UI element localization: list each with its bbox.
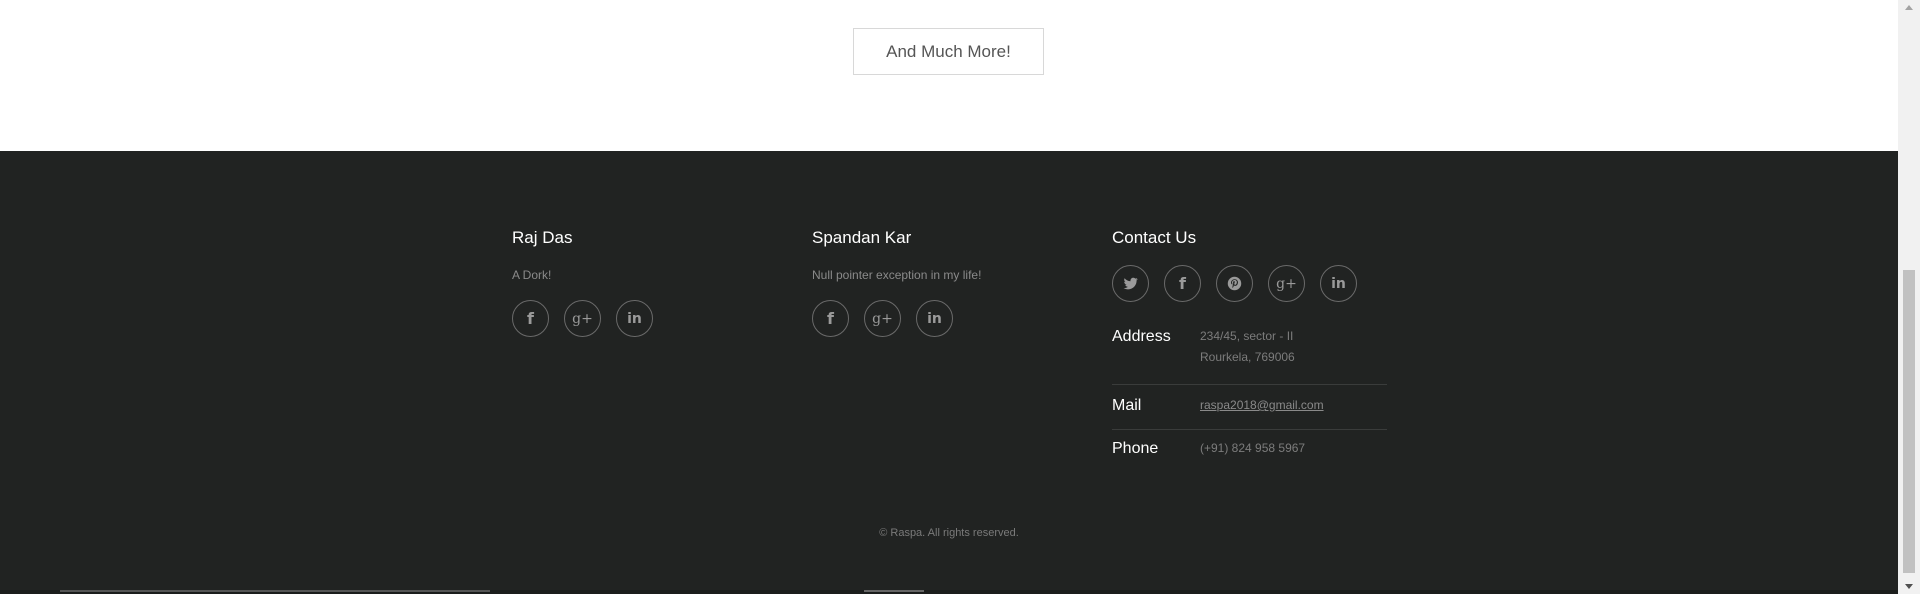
scrollbar-thumb[interactable]	[1903, 270, 1915, 573]
address-line-2: Rourkela, 769006	[1200, 350, 1295, 364]
contact-social-links: f g+ in	[1112, 265, 1387, 302]
and-much-more-button[interactable]: And Much More!	[853, 28, 1044, 75]
member-social-links: f g+ in	[512, 300, 668, 337]
member-tagline: Null pointer exception in my life!	[812, 268, 982, 282]
linkedin-icon[interactable]: in	[916, 300, 953, 337]
facebook-icon[interactable]: f	[1164, 265, 1201, 302]
phone-label: Phone	[1112, 440, 1159, 457]
mail-row: Mail raspa2018@gmail.com	[1112, 385, 1387, 430]
address-row: Address 234/45, sector - II Rourkela, 7690…	[1112, 321, 1387, 385]
google-plus-icon[interactable]: g+	[1268, 265, 1305, 302]
address-label: Address	[1112, 328, 1171, 345]
pinterest-icon[interactable]	[1216, 265, 1253, 302]
twitter-icon[interactable]	[1112, 265, 1149, 302]
google-plus-icon[interactable]: g+	[864, 300, 901, 337]
mail-link[interactable]: raspa2018@gmail.com	[1200, 398, 1324, 412]
member-name: Spandan Kar	[812, 228, 912, 247]
page-scrollbar[interactable]	[1898, 0, 1920, 594]
mail-label: Mail	[1112, 397, 1142, 414]
contact-title: Contact Us	[1112, 228, 1197, 247]
member-column-spandan: Spandan Kar Null pointer exception in my…	[812, 227, 981, 337]
site-footer: Raj Das A Dork! f g+ in Spandan Kar Null…	[0, 151, 1898, 594]
content-section: And Much More!	[0, 0, 1898, 151]
mail-value: raspa2018@gmail.com	[1200, 395, 1324, 416]
phone-value: (+91) 824 958 5967	[1200, 441, 1306, 455]
phone-row: Phone (+91) 824 958 5967	[1112, 430, 1387, 476]
member-column-raj: Raj Das A Dork! f g+ in	[512, 227, 668, 337]
copyright-text: © Raspa. All rights reserved.	[879, 527, 1019, 539]
bottom-strip-segment	[60, 590, 490, 592]
member-tagline: A Dork!	[512, 268, 552, 282]
google-plus-icon[interactable]: g+	[564, 300, 601, 337]
scroll-up-icon[interactable]	[1905, 5, 1913, 10]
scroll-down-icon[interactable]	[1905, 584, 1913, 589]
facebook-icon[interactable]: f	[812, 300, 849, 337]
contact-column: Contact Us f g+ in Address 234/45, sector…	[1112, 227, 1387, 476]
address-line-1: 234/45, sector - II	[1200, 329, 1294, 343]
bottom-strip-segment	[864, 590, 924, 592]
member-name: Raj Das	[512, 228, 573, 247]
address-value: 234/45, sector - II Rourkela, 769006	[1200, 326, 1295, 368]
linkedin-icon[interactable]: in	[616, 300, 653, 337]
contact-info: Address 234/45, sector - II Rourkela, 7690…	[1112, 321, 1387, 476]
facebook-icon[interactable]: f	[512, 300, 549, 337]
bottom-strip	[0, 590, 1898, 594]
member-social-links: f g+ in	[812, 300, 981, 337]
linkedin-icon[interactable]: in	[1320, 265, 1357, 302]
